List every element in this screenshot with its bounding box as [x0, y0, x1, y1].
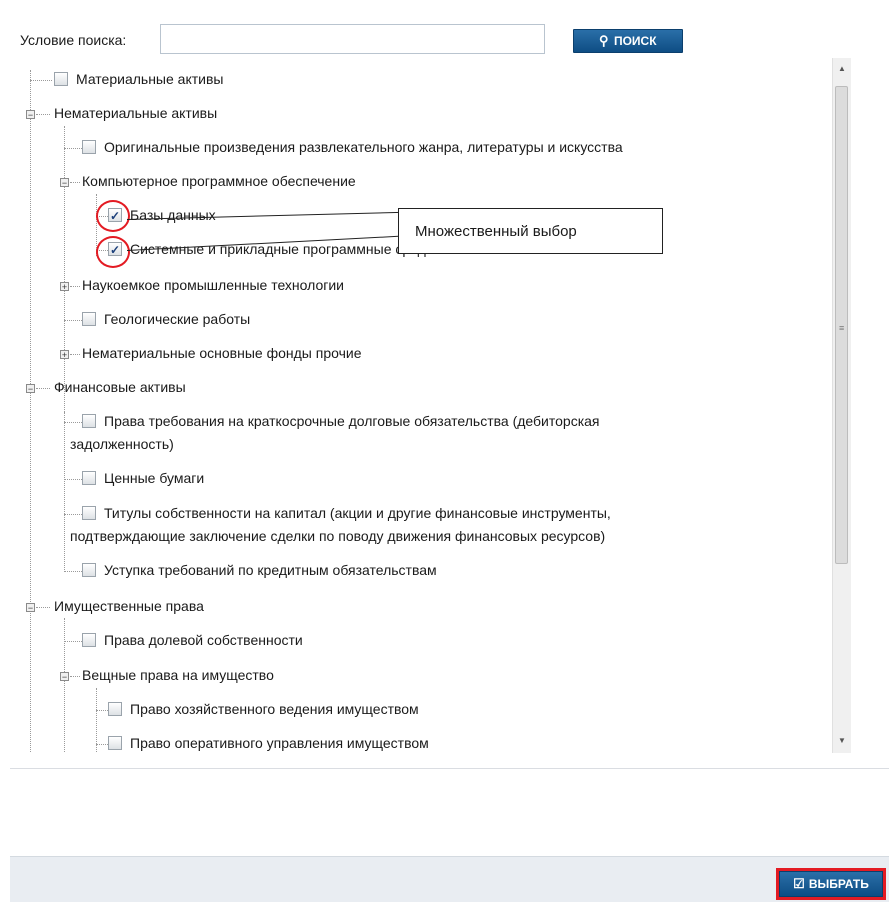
collapse-toggle-icon[interactable]: − — [26, 603, 35, 613]
callout-text: Множественный выбор — [415, 222, 577, 240]
tree-item[interactable]: Финансовые активы — [54, 377, 186, 397]
tree-item-label: Ценные бумаги — [104, 470, 205, 486]
collapse-toggle-icon[interactable]: − — [60, 672, 69, 682]
tree-checkbox[interactable] — [82, 140, 96, 154]
tree-scrollbar[interactable]: ▲ ≡ ▼ — [832, 58, 851, 753]
callout-box: Множественный выбор — [398, 208, 663, 254]
tree-item-label: Право хозяйственного ведения имуществом — [130, 701, 419, 717]
tree-checkbox[interactable] — [82, 471, 96, 485]
tree-item-label: Права долевой собственности — [104, 632, 303, 648]
expand-toggle-icon[interactable]: + — [60, 350, 69, 360]
select-button-label: ВЫБРАТЬ — [808, 877, 869, 891]
tree-item-label: Базы данных — [130, 207, 216, 223]
scroll-up-icon[interactable]: ▲ — [833, 60, 851, 78]
tree-checkbox[interactable] — [54, 72, 68, 86]
tree-item[interactable]: Вещные права на имущество — [82, 665, 274, 685]
tree-item[interactable]: Материальные активы — [54, 69, 223, 89]
tree-checkbox[interactable] — [82, 506, 96, 520]
tree-item-label: Права требования на краткосрочные долгов… — [104, 413, 600, 429]
tree-checkbox[interactable] — [108, 736, 122, 750]
search-icon: ⚲ — [599, 33, 609, 48]
tree-item-label: Нематериальные активы — [54, 105, 218, 121]
expand-toggle-icon[interactable]: + — [60, 282, 69, 292]
tree-item[interactable]: Геологические работы — [82, 309, 250, 329]
search-button[interactable]: ⚲ ПОИСК — [573, 29, 683, 53]
footer-bar — [10, 856, 889, 902]
tree-item-label: Наукоемкое промышленные технологии — [82, 277, 344, 293]
tree-item-label: Вещные права на имущество — [82, 667, 274, 683]
checkbox-icon: ☑ — [793, 876, 805, 891]
category-tree: Материальные активы − Нематериальные акт… — [10, 58, 852, 753]
scroll-thumb[interactable]: ≡ — [835, 86, 848, 564]
tree-item[interactable]: Право оперативного управления имуществом — [108, 733, 429, 753]
tree-item-label: Право оперативного управления имуществом — [130, 735, 429, 751]
tree-item-label: Материальные активы — [76, 71, 224, 87]
tree-item[interactable]: Ценные бумаги — [82, 468, 204, 488]
tree-item-label: Финансовые активы — [54, 379, 186, 395]
tree-item[interactable]: Имущественные права — [54, 596, 204, 616]
search-button-label: ПОИСК — [613, 34, 657, 48]
tree-item[interactable]: Наукоемкое промышленные технологии — [82, 275, 344, 295]
tree-checkbox[interactable] — [82, 414, 96, 428]
collapse-toggle-icon[interactable]: − — [26, 110, 35, 120]
scroll-down-icon[interactable]: ▼ — [833, 732, 851, 750]
tree-checkbox[interactable] — [82, 312, 96, 326]
tree-item[interactable]: Право хозяйственного ведения имуществом — [108, 699, 419, 719]
tree-item-label: Оригинальные произведения развлекательно… — [104, 139, 623, 155]
tree-item-label: Нематериальные основные фонды прочие — [82, 345, 362, 361]
tree-checkbox[interactable] — [82, 633, 96, 647]
empty-panel — [10, 768, 889, 862]
highlight-circle — [96, 236, 130, 268]
tree-item-label: Уступка требований по кредитным обязател… — [104, 562, 437, 578]
tree-item[interactable]: Права требования на краткосрочные долгов… — [82, 411, 600, 431]
collapse-toggle-icon[interactable]: − — [60, 178, 69, 188]
search-input[interactable] — [160, 24, 545, 54]
tree-item[interactable]: Компьютерное программное обеспечение — [82, 171, 356, 191]
tree-item-label-continued: подтверждающие заключение сделки по пово… — [70, 528, 606, 544]
tree-item[interactable]: Нематериальные основные фонды прочие — [82, 343, 361, 363]
highlight-circle — [96, 200, 130, 232]
tree-checkbox[interactable] — [108, 702, 122, 716]
select-button[interactable]: ☑ ВЫБРАТЬ — [779, 871, 883, 897]
collapse-toggle-icon[interactable]: − — [26, 384, 35, 394]
tree-item[interactable]: Уступка требований по кредитным обязател… — [82, 560, 437, 580]
tree-checkbox[interactable] — [82, 563, 96, 577]
select-button-highlight: ☑ ВЫБРАТЬ — [776, 868, 886, 900]
tree-item-label: Геологические работы — [104, 311, 251, 327]
tree-item-label: Компьютерное программное обеспечение — [82, 173, 356, 189]
tree-item-label-continued: задолженность) — [70, 436, 174, 452]
tree-item[interactable]: Нематериальные активы — [54, 103, 217, 123]
tree-item-label: Имущественные права — [54, 598, 204, 614]
tree-item[interactable]: Права долевой собственности — [82, 630, 303, 650]
tree-item[interactable]: Титулы собственности на капитал (акции и… — [82, 503, 611, 523]
search-label: Условие поиска: — [20, 32, 127, 48]
tree-item[interactable]: Оригинальные произведения развлекательно… — [82, 137, 623, 157]
grip-icon: ≡ — [839, 323, 845, 333]
search-bar: Условие поиска: ⚲ ПОИСК — [20, 24, 683, 56]
tree-item-label: Титулы собственности на капитал (акции и… — [104, 505, 611, 521]
